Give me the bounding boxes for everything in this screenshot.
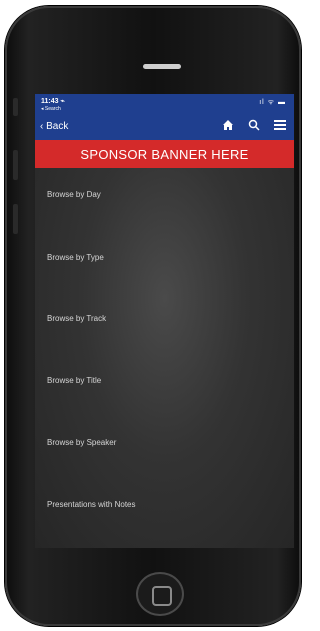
- status-bar: 11:43 ⌁ ◂ Search ıl ᯤ ▬: [35, 94, 294, 116]
- menu-icon[interactable]: [274, 119, 286, 134]
- home-button[interactable]: [136, 572, 184, 616]
- menu-item-browse-by-speaker[interactable]: Browse by Speaker: [47, 438, 116, 447]
- menu-item-browse-by-day[interactable]: Browse by Day: [47, 190, 101, 199]
- nav-bar: ‹ Back: [35, 116, 294, 140]
- status-time: 11:43 ⌁: [41, 98, 65, 105]
- menu-item-browse-by-track[interactable]: Browse by Track: [47, 314, 106, 323]
- menu-item-browse-by-title[interactable]: Browse by Title: [47, 376, 101, 385]
- chevron-left-icon: ‹: [40, 121, 44, 132]
- volume-up-button: [13, 150, 18, 180]
- sponsor-banner[interactable]: SPONSOR BANNER HERE: [35, 140, 294, 168]
- home-icon[interactable]: [222, 119, 234, 134]
- menu-item-browse-by-type[interactable]: Browse by Type: [47, 253, 104, 262]
- volume-down-button: [13, 204, 18, 234]
- back-label: Back: [46, 121, 69, 132]
- menu-item-presentations-with-notes[interactable]: Presentations with Notes: [47, 500, 136, 509]
- search-icon[interactable]: [248, 119, 260, 134]
- earpiece-speaker: [143, 64, 181, 69]
- mute-switch: [13, 98, 18, 116]
- nav-icons: [222, 119, 286, 134]
- status-indicators: ıl ᯤ ▬: [259, 99, 286, 106]
- status-back-to-app[interactable]: ◂ Search: [41, 106, 61, 112]
- back-button[interactable]: ‹ Back: [40, 121, 68, 132]
- app-screen: 11:43 ⌁ ◂ Search ıl ᯤ ▬ ‹ Back SPONSOR B…: [35, 94, 294, 548]
